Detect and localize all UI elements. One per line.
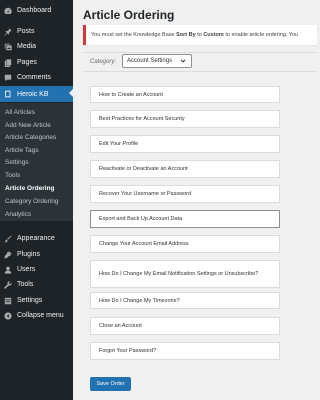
article-row[interactable]: How Do I Change My Timezone? (90, 292, 280, 309)
article-row[interactable]: Change Your Account Email Address (90, 235, 280, 253)
menu-label: Users (17, 266, 36, 273)
notice-bold-custom: Custom (203, 32, 224, 38)
submenu-category-ordering[interactable]: Category Ordering (5, 198, 58, 205)
collapse-icon (4, 311, 12, 320)
collapse-menu-button[interactable]: Collapse menu (0, 308, 73, 323)
menu-label: Comments (17, 74, 51, 81)
article-row[interactable]: Recover Your Username or Password (90, 185, 280, 203)
category-label: Category: (90, 59, 117, 65)
user-icon (4, 266, 12, 274)
submenu-article-categories[interactable]: Article Categories (5, 134, 56, 141)
category-filter-bar (83, 52, 317, 72)
article-row[interactable]: Close an Account (90, 317, 280, 335)
menu-label: Heroic KB (17, 90, 49, 98)
main-content: Article Ordering You must set the Knowle… (73, 0, 317, 400)
menu-pages[interactable]: Pages (0, 55, 73, 70)
submenu-tools[interactable]: Tools (5, 172, 20, 179)
menu-label: Pages (17, 59, 37, 66)
article-row[interactable]: Best Practices for Account Security (90, 110, 280, 128)
book-icon (4, 90, 12, 98)
category-select-value: Account Settings (127, 58, 173, 64)
article-row[interactable]: Edit Your Profile (90, 135, 280, 153)
menu-appearance[interactable]: Appearance (0, 231, 73, 246)
notice-text-3: to enable article ordering. You (223, 32, 299, 38)
paintbrush-icon (4, 234, 12, 243)
menu-label: Settings (17, 297, 43, 304)
menu-label: Plugins (17, 251, 40, 258)
submenu-add-new-article[interactable]: Add New Article (5, 122, 51, 129)
menu-label: Media (17, 43, 37, 50)
menu-media[interactable]: Media (0, 39, 73, 54)
pin-icon (4, 27, 12, 36)
category-select[interactable]: Account Settings (122, 54, 192, 68)
menu-settings[interactable]: Settings (0, 293, 73, 308)
notice-bold-sort-by: Sort By (176, 32, 196, 38)
pages-icon (4, 58, 12, 67)
heroic-kb-submenu: All Articles Add New Article Article Cat… (0, 103, 73, 221)
save-order-button[interactable]: Save Order (90, 377, 131, 391)
menu-posts[interactable]: Posts (0, 24, 73, 39)
dashboard-icon (4, 7, 12, 15)
menu-label: Appearance (17, 235, 55, 242)
menu-label: Tools (17, 281, 34, 288)
submenu-analytics[interactable]: Analytics (5, 211, 31, 218)
menu-tools[interactable]: Tools (0, 277, 73, 292)
article-row[interactable]: How Do I Change My Email Notification Se… (90, 260, 280, 288)
wrench-icon (4, 280, 12, 289)
menu-label: Collapse menu (17, 312, 64, 319)
menu-label: Dashboard (17, 7, 52, 14)
comment-icon (4, 74, 12, 82)
article-row[interactable]: How to Create an Account (90, 86, 280, 103)
submenu-article-ordering[interactable]: Article Ordering (5, 185, 54, 192)
article-row[interactable]: Export and Back Up Account Data (90, 210, 280, 228)
menu-dashboard[interactable]: Dashboard (0, 3, 73, 18)
settings-icon (4, 297, 12, 305)
error-notice: You must set the Knowledge Base Sort By … (83, 25, 317, 45)
notice-text-1: You must set the Knowledge Base (91, 32, 177, 38)
plugin-icon (4, 250, 12, 259)
chevron-down-icon (180, 59, 186, 63)
menu-heroic-kb[interactable]: Heroic KB (0, 86, 73, 102)
menu-comments[interactable]: Comments (0, 70, 73, 85)
page-title: Article Ordering (83, 8, 175, 22)
article-row[interactable]: Reactivate or Deactivate an Account (90, 160, 280, 178)
media-icon (4, 43, 12, 51)
admin-sidebar: Dashboard Posts Media Pages Comments Her… (0, 0, 73, 400)
submenu-settings[interactable]: Settings (5, 159, 29, 166)
menu-label: Posts (17, 28, 35, 35)
menu-plugins[interactable]: Plugins (0, 247, 73, 262)
article-row[interactable]: Forgot Your Password? (90, 342, 280, 360)
menu-users[interactable]: Users (0, 262, 73, 277)
submenu-all-articles[interactable]: All Articles (5, 109, 35, 116)
submenu-article-tags[interactable]: Article Tags (5, 147, 38, 154)
